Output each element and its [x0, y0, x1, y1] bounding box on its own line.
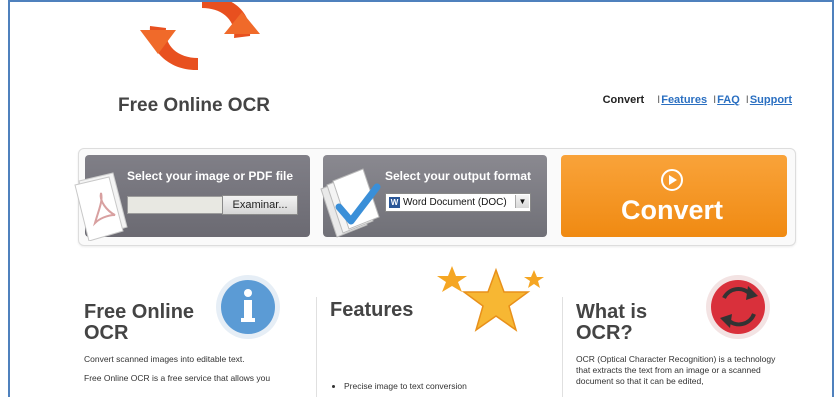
- documents-checkmark-icon: [320, 168, 381, 238]
- convert-button[interactable]: Convert: [561, 155, 787, 237]
- free-ocr-intro: Convert scanned images into editable tex…: [84, 354, 245, 364]
- nav-link-faq[interactable]: FAQ: [717, 94, 740, 106]
- what-is-ocr-title-line2: OCR?: [576, 322, 633, 344]
- what-is-ocr-text: OCR (Optical Character Recognition) is a…: [576, 354, 776, 386]
- refresh-arrows-logo-icon: [140, 2, 260, 71]
- info-icon: [216, 275, 280, 339]
- word-doc-icon: W: [389, 197, 400, 208]
- input-panel-title: Select your image or PDF file: [127, 169, 294, 183]
- ocr-cycle-icon: [706, 275, 770, 339]
- browse-button[interactable]: Examinar...: [222, 195, 298, 215]
- output-panel-title: Select your output format: [385, 169, 532, 183]
- nav-separator: I: [745, 94, 749, 106]
- converter-bar: Select your image or PDF file Examinar..…: [74, 148, 796, 246]
- features-list: Precise image to text conversion: [330, 381, 530, 392]
- pdf-document-icon: [74, 172, 128, 241]
- file-path-field[interactable]: [127, 196, 223, 214]
- input-file-panel: Select your image or PDF file Examinar..…: [74, 155, 310, 241]
- brand-title[interactable]: Free Online OCR: [118, 95, 270, 117]
- nav-convert[interactable]: Convert: [603, 94, 645, 106]
- top-nav: Convert I Features I FAQ I Support: [603, 94, 792, 106]
- nav-link-support[interactable]: Support: [750, 94, 792, 106]
- convert-button-label: Convert: [621, 195, 724, 225]
- convert-play-icon: [661, 169, 683, 191]
- free-ocr-title-line2: OCR: [84, 322, 129, 344]
- column-divider: [316, 297, 317, 397]
- free-ocr-text: Free Online OCR is a free service that a…: [84, 373, 271, 383]
- chevron-down-icon[interactable]: ▼: [515, 195, 529, 208]
- column-divider: [562, 297, 563, 397]
- browser-frame: Free Online OCR Convert I Features I FAQ…: [8, 0, 834, 397]
- free-ocr-title-line1: Free Online: [84, 301, 195, 323]
- output-format-select[interactable]: W Word Document (DOC) ▼: [385, 193, 531, 212]
- stars-icon: [437, 266, 544, 332]
- format-selected-value: Word Document (DOC): [403, 197, 507, 208]
- nav-separator: I: [657, 94, 661, 106]
- output-format-panel: Select your output format W Word Documen…: [320, 155, 547, 238]
- nav-separator: I: [713, 94, 717, 106]
- list-item: Precise image to text conversion: [344, 381, 530, 392]
- what-is-ocr-title-line1: What is: [576, 301, 648, 323]
- nav-link-features[interactable]: Features: [661, 94, 707, 106]
